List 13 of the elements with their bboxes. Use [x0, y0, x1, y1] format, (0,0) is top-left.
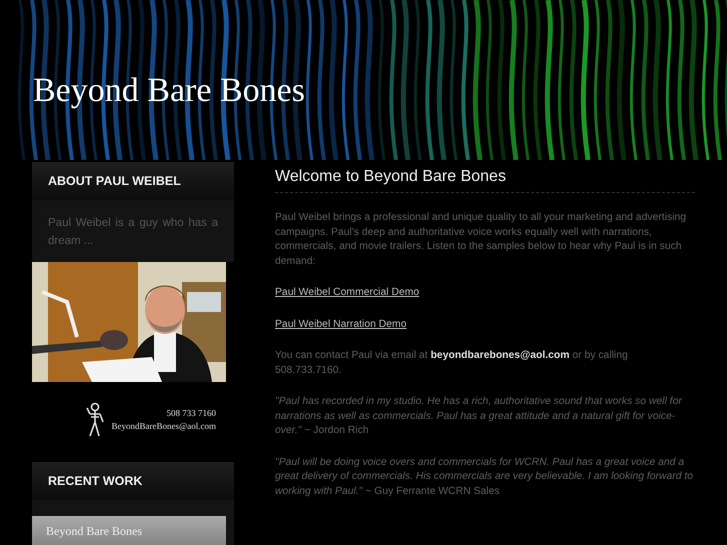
email-address: BeyondBareBones@aol.com — [111, 420, 216, 433]
testimonial-text: "Paul will be doing voice overs and commercials for WCRN. Paul has a great voice and a great delivery of commercials. His commercials are very believable. I am looking forward to working with Paul." ~ Guy Ferrante WCRN Sales — [275, 456, 694, 498]
page-heading: Welcome to Beyond Bare Bones — [275, 168, 695, 193]
demo-link[interactable]: Paul Weibel Commercial Demo — [275, 287, 420, 298]
body-text: You can contact Paul via email at beyondbarebones@aol.com or by calling 508.733.7160. — [275, 349, 629, 378]
about-text: Paul Weibel is a guy who has a dream ... — [32, 200, 234, 262]
skeleton-icon — [85, 402, 106, 438]
demo-link[interactable]: Paul Weibel Narration Demo — [275, 318, 406, 330]
body-text: Paul Weibel brings a professional and unique quality to all your marketing and advertising campaigns. Paul's deep and authoritative voice works equally well with narrations, commercials, and movie trailers. Listen to the samples below to hear why Paul is in such demand: — [275, 211, 688, 268]
phone-number: 508 733 7160 — [166, 407, 216, 420]
section-heading: RECENT WORK — [32, 462, 234, 500]
testimonial-text: "Paul has recorded in my studio. He has a rich, authoritative sound that works so well for narrations as well as commercials. Paul has a great attitude and a natural gift for voice-over." ~ Jordon Rich — [275, 395, 684, 438]
section-heading: ABOUT PAUL WEIBEL — [32, 162, 234, 200]
